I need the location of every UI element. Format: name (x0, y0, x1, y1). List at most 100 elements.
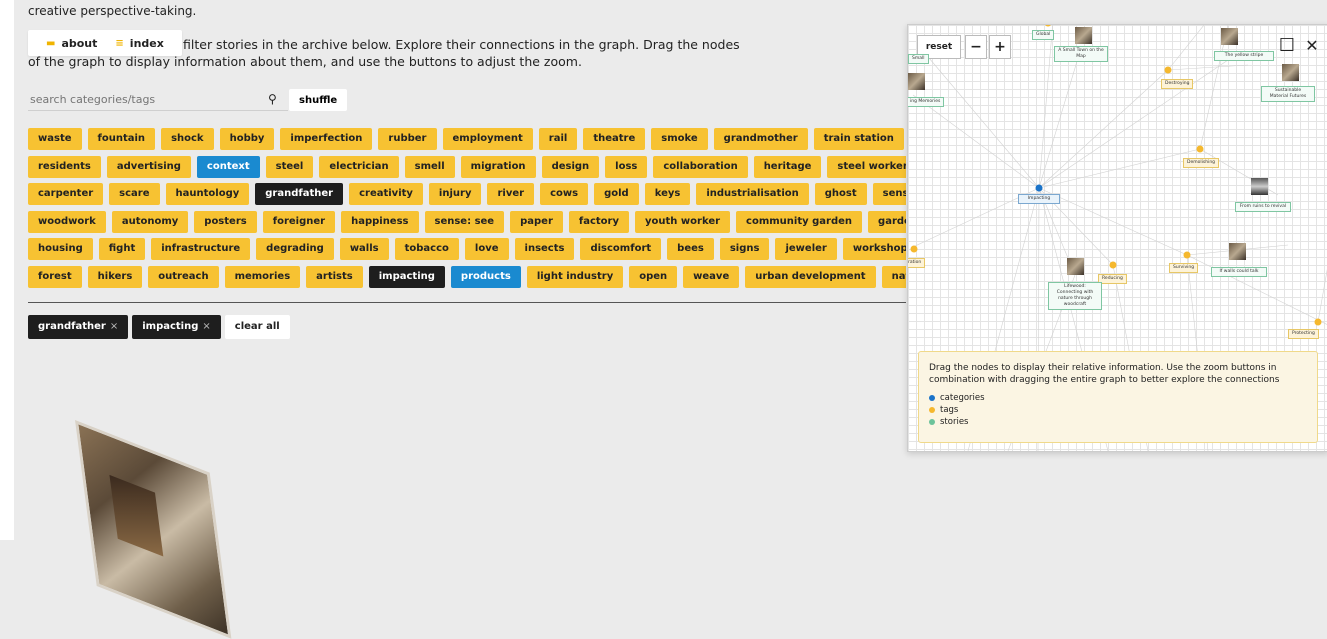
remove-icon[interactable]: × (110, 321, 118, 332)
node-label-destroying[interactable]: Destroying (1161, 79, 1194, 89)
clear-all-button[interactable]: clear all (224, 315, 290, 339)
remove-icon[interactable]: × (202, 321, 210, 332)
tag-button[interactable]: carpenter (28, 183, 104, 205)
tag-button[interactable]: open (629, 265, 678, 288)
tag-button[interactable]: cows (540, 183, 589, 205)
tag-button[interactable]: degrading (256, 238, 334, 260)
node-label-small-town[interactable]: A Small Town on the Map (1054, 46, 1108, 62)
node-label-demolishing[interactable]: Demolishing (1183, 158, 1220, 168)
node-label-small[interactable]: Small (908, 54, 929, 64)
close-button[interactable]: ✕ (1301, 33, 1323, 57)
tag-button[interactable]: grandmother (713, 128, 808, 150)
story-thumbnail[interactable] (1282, 64, 1299, 81)
tag-button[interactable]: design (541, 155, 600, 178)
tag-button[interactable]: keys (644, 183, 691, 205)
selected-filter-chip[interactable]: impacting × (132, 315, 221, 339)
tag-button[interactable]: posters (194, 210, 257, 233)
tag-button[interactable]: impacting (368, 265, 445, 288)
tag-button[interactable]: shock (161, 128, 214, 150)
node-label-impacting[interactable]: Impacting (1018, 194, 1060, 204)
tag-button[interactable]: loss (605, 155, 648, 178)
tag-button[interactable]: fight (98, 238, 146, 260)
tag-button[interactable]: context (196, 155, 260, 178)
tag-button[interactable]: hobby (219, 128, 275, 150)
tag-button[interactable]: light industry (526, 265, 624, 288)
search-icon[interactable]: ⚲ (268, 92, 277, 106)
tag-button[interactable]: waste (28, 128, 82, 150)
graph-panel[interactable]: reset − + ☐ ✕ Global A Small Town on the… (907, 24, 1327, 452)
story-thumbnail[interactable] (1075, 27, 1092, 44)
tag-button[interactable]: scare (109, 183, 160, 205)
tag-button[interactable]: youth worker (635, 210, 731, 233)
nav-index[interactable]: ≡ index (109, 37, 169, 50)
tag-button[interactable]: creativity (349, 183, 423, 205)
tag-button[interactable]: nature (881, 265, 906, 288)
story-thumbnail[interactable] (908, 73, 925, 90)
tag-button[interactable]: forest (28, 265, 82, 288)
tag-button[interactable]: outreach (148, 265, 219, 288)
tag-button[interactable]: industrialisation (696, 183, 809, 205)
node-label-lifewood[interactable]: Lifewood: Connecting with nature through… (1048, 282, 1102, 310)
tag-button[interactable]: love (464, 238, 509, 260)
nav-about[interactable]: ▬ about (40, 37, 103, 50)
tag-button[interactable]: heritage (753, 155, 822, 178)
tag-button[interactable]: injury (428, 183, 482, 205)
node-label-surviving[interactable]: Surviving (1169, 263, 1199, 273)
tag-button[interactable]: walls (339, 238, 389, 260)
story-thumbnail[interactable] (1229, 243, 1246, 260)
story-thumbnail[interactable] (1067, 258, 1084, 275)
tag-button[interactable]: gold (594, 183, 639, 205)
tag-button[interactable]: electrician (319, 155, 399, 178)
tag-button[interactable]: hauntology (165, 183, 250, 205)
node-label-ruins-revival[interactable]: From ruins to revival (1235, 202, 1291, 212)
tag-button[interactable]: discomfort (580, 238, 662, 260)
tag-button[interactable]: factory (568, 210, 630, 233)
tag-button[interactable]: workshop (842, 238, 906, 260)
tag-button[interactable]: employment (442, 128, 533, 150)
tag-button[interactable]: migration (460, 155, 536, 178)
tag-button[interactable]: steel worker (827, 155, 906, 178)
tag-button[interactable]: tobacco (394, 238, 459, 260)
node-label-global[interactable]: Global (1032, 30, 1055, 40)
node-label-sustainable[interactable]: Sustainable Material Futures (1261, 86, 1315, 102)
tag-button[interactable]: paper (510, 210, 563, 233)
tag-button[interactable]: fountain (87, 128, 156, 150)
tag-button[interactable]: artists (306, 265, 363, 288)
tag-button[interactable]: products (450, 265, 521, 288)
tag-button[interactable]: infrastructure (151, 238, 251, 260)
tag-button[interactable]: signs (719, 238, 770, 260)
node-label-ration[interactable]: ration (908, 258, 926, 268)
maximize-button[interactable]: ☐ (1276, 33, 1298, 57)
tag-button[interactable]: river (487, 183, 535, 205)
tag-button[interactable]: imperfection (280, 128, 373, 150)
tag-button[interactable]: gardeners (868, 210, 906, 233)
selected-filter-chip[interactable]: grandfather × (28, 315, 129, 339)
zoom-in-button[interactable]: + (989, 35, 1011, 59)
tag-button[interactable]: housing (28, 238, 93, 260)
tag-button[interactable]: rail (538, 128, 578, 150)
tag-button[interactable]: hikers (87, 265, 143, 288)
tag-button[interactable]: smell (404, 155, 455, 178)
tag-button[interactable]: happiness (341, 210, 419, 233)
tag-button[interactable]: autonomy (111, 210, 189, 233)
tag-button[interactable]: woodwork (28, 210, 106, 233)
tag-button[interactable]: sensory (872, 183, 906, 205)
node-label-yellow-stripe[interactable]: The yellow stripe (1214, 51, 1274, 61)
tag-button[interactable]: theatre (583, 128, 646, 150)
shuffle-button[interactable]: shuffle (289, 89, 348, 111)
story-thumbnail[interactable] (1221, 28, 1238, 45)
tag-button[interactable]: collaboration (653, 155, 748, 178)
tag-button[interactable]: foreigner (262, 210, 336, 233)
node-label-protecting[interactable]: Protecting (1288, 329, 1319, 339)
story-photo[interactable] (75, 420, 232, 639)
tag-button[interactable]: sense: see (424, 210, 505, 233)
tag-button[interactable]: smoke (651, 128, 708, 150)
zoom-out-button[interactable]: − (965, 35, 987, 59)
story-thumbnail[interactable] (1251, 178, 1268, 195)
tag-button[interactable]: urban development (745, 265, 876, 288)
tag-button[interactable]: ghost (814, 183, 867, 205)
tag-button[interactable]: advertising (106, 155, 191, 178)
node-label-walls-talk[interactable]: If walls could talk (1211, 267, 1267, 277)
tag-button[interactable]: jeweler (775, 238, 837, 260)
tag-button[interactable]: rubber (378, 128, 437, 150)
